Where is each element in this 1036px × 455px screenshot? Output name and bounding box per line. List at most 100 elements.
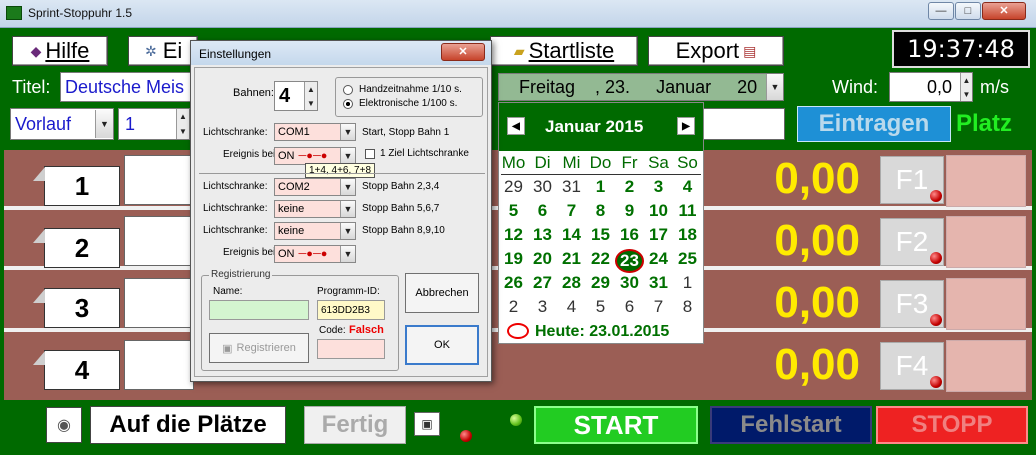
calendar-day[interactable]: 8 bbox=[673, 297, 702, 321]
code-input[interactable] bbox=[317, 339, 385, 359]
event-1-arrow[interactable]: ▼ bbox=[340, 148, 355, 164]
radio-electronic-timing[interactable] bbox=[343, 99, 353, 109]
calendar-day[interactable]: 22 bbox=[586, 249, 615, 273]
event-2-arrow[interactable]: ▼ bbox=[340, 246, 355, 262]
calendar-today-label[interactable]: Heute: 23.01.2015 bbox=[535, 323, 669, 341]
calendar-day[interactable]: 10 bbox=[644, 201, 673, 225]
calendar-day[interactable]: 11 bbox=[673, 201, 702, 225]
minimize-button[interactable]: — bbox=[928, 2, 954, 20]
close-button[interactable]: ✕ bbox=[982, 2, 1026, 20]
calendar-day[interactable]: 19 bbox=[499, 249, 528, 273]
calendar-day[interactable]: 30 bbox=[615, 273, 644, 297]
lightbarrier-3-arrow[interactable]: ▼ bbox=[340, 201, 355, 217]
registration-group-label: Registrierung bbox=[209, 269, 273, 280]
startlist-label: Startliste bbox=[528, 38, 615, 63]
calendar-day[interactable]: 21 bbox=[557, 249, 586, 273]
calendar-day[interactable]: 16 bbox=[615, 225, 644, 249]
calendar-day[interactable]: 3 bbox=[644, 177, 673, 201]
lane-name-field[interactable] bbox=[124, 278, 194, 328]
title-input[interactable]: Deutsche Meis bbox=[60, 72, 194, 102]
calendar-day[interactable]: 2 bbox=[499, 297, 528, 321]
radio-hand-timing[interactable] bbox=[343, 85, 353, 95]
calendar-day[interactable]: 25 bbox=[673, 249, 702, 273]
lanes-spinner[interactable]: ▲ ▼ bbox=[304, 82, 317, 110]
lightbarrier-4-arrow[interactable]: ▼ bbox=[340, 223, 355, 239]
name-input[interactable] bbox=[703, 108, 785, 140]
lightbarrier-label: Lichtschranke: bbox=[203, 203, 268, 214]
one-goal-checkbox[interactable] bbox=[365, 149, 375, 159]
lightbarrier-label: Lichtschranke: bbox=[203, 225, 268, 236]
ready-button[interactable]: Auf die Plätze bbox=[90, 406, 286, 444]
calendar-day[interactable]: 18 bbox=[673, 225, 702, 249]
calendar-week-row: 19 20 21 22 23 24 25 bbox=[499, 249, 702, 273]
lane-name-field[interactable] bbox=[124, 155, 194, 205]
dialog-close-button[interactable]: ✕ bbox=[441, 43, 485, 61]
speaker-icon: ◉ bbox=[57, 417, 71, 434]
camera-button[interactable]: ▣ bbox=[414, 412, 440, 436]
lightbarrier-2-arrow[interactable]: ▼ bbox=[340, 179, 355, 195]
calendar-day[interactable]: 4 bbox=[673, 177, 702, 201]
calendar-day[interactable]: 6 bbox=[615, 297, 644, 321]
calendar-day[interactable]: 4 bbox=[557, 297, 586, 321]
calendar-day[interactable]: 7 bbox=[557, 201, 586, 225]
calendar-day-selected[interactable]: 23 bbox=[615, 249, 644, 273]
calendar-day[interactable]: 27 bbox=[528, 273, 557, 297]
dayname: Di bbox=[534, 153, 551, 172]
calendar-day[interactable]: 12 bbox=[499, 225, 528, 249]
calendar-day[interactable]: 30 bbox=[528, 177, 557, 201]
register-button[interactable]: ▣ Registrieren bbox=[209, 333, 309, 363]
ok-button[interactable]: OK bbox=[405, 325, 479, 365]
cancel-button[interactable]: Abbrechen bbox=[405, 273, 479, 313]
calendar-day[interactable]: 9 bbox=[615, 201, 644, 225]
calendar-day[interactable]: 26 bbox=[499, 273, 528, 297]
date-picker[interactable]: Freitag , 23. Januar 20 bbox=[498, 73, 784, 101]
calendar-day[interactable]: 28 bbox=[557, 273, 586, 297]
heat-spinner[interactable]: ▲ ▼ bbox=[176, 109, 189, 139]
calendar-day[interactable]: 15 bbox=[586, 225, 615, 249]
wind-spinner[interactable]: ▲ ▼ bbox=[960, 73, 972, 101]
calendar-day[interactable]: 17 bbox=[644, 225, 673, 249]
code-label: Code: bbox=[319, 325, 346, 336]
program-id-value: 613DD2B3 bbox=[317, 300, 385, 320]
export-button[interactable]: Export ▤ bbox=[648, 36, 784, 66]
today-marker-icon bbox=[507, 323, 529, 339]
date-dropdown-arrow[interactable]: ▼ bbox=[766, 74, 783, 100]
calendar-day[interactable]: 2 bbox=[615, 177, 644, 201]
calendar-day[interactable]: 31 bbox=[557, 177, 586, 201]
calendar-day[interactable]: 1 bbox=[673, 273, 702, 297]
stop-button[interactable]: STOPP bbox=[876, 406, 1028, 444]
place-label: Platz bbox=[956, 110, 1013, 137]
calendar-day[interactable]: 29 bbox=[586, 273, 615, 297]
calendar-day[interactable]: 6 bbox=[528, 201, 557, 225]
calendar-day[interactable]: 20 bbox=[528, 249, 557, 273]
help-button[interactable]: ◆ Hilfe bbox=[12, 36, 108, 66]
lightbarrier-1-arrow[interactable]: ▼ bbox=[340, 124, 355, 140]
calendar-day[interactable]: 5 bbox=[586, 297, 615, 321]
calendar-day[interactable]: 31 bbox=[644, 273, 673, 297]
lane-led-icon bbox=[930, 314, 942, 326]
next-month-button[interactable]: ▶ bbox=[677, 117, 695, 135]
lightbarrier-4-desc: Stopp Bahn 8,9,10 bbox=[362, 225, 445, 236]
enter-button[interactable]: Eintragen bbox=[797, 106, 951, 142]
lane-name-field[interactable] bbox=[124, 216, 194, 266]
calendar-day[interactable]: 5 bbox=[499, 201, 528, 225]
false-start-button[interactable]: Fehlstart bbox=[710, 406, 872, 444]
calendar-day[interactable]: 14 bbox=[557, 225, 586, 249]
calendar-day[interactable]: 13 bbox=[528, 225, 557, 249]
calendar-day[interactable]: 8 bbox=[586, 201, 615, 225]
calendar-day[interactable]: 1 bbox=[586, 177, 615, 201]
calendar-day[interactable]: 29 bbox=[499, 177, 528, 201]
calendar-day[interactable]: 3 bbox=[528, 297, 557, 321]
round-dropdown-arrow[interactable]: ▼ bbox=[95, 110, 113, 138]
start-button[interactable]: START bbox=[534, 406, 698, 444]
sound-button[interactable]: ◉ bbox=[46, 407, 82, 443]
prev-month-button[interactable]: ◀ bbox=[507, 117, 525, 135]
calendar-day[interactable]: 24 bbox=[644, 249, 673, 273]
registration-name-input[interactable] bbox=[209, 300, 309, 320]
startlist-button[interactable]: ▰ Startliste bbox=[490, 36, 638, 66]
calendar-day[interactable]: 7 bbox=[644, 297, 673, 321]
settings-button[interactable]: ✲ Ei bbox=[128, 36, 198, 66]
done-button[interactable]: Fertig bbox=[304, 406, 406, 444]
maximize-button[interactable]: □ bbox=[955, 2, 981, 20]
lane-name-field[interactable] bbox=[124, 340, 194, 390]
